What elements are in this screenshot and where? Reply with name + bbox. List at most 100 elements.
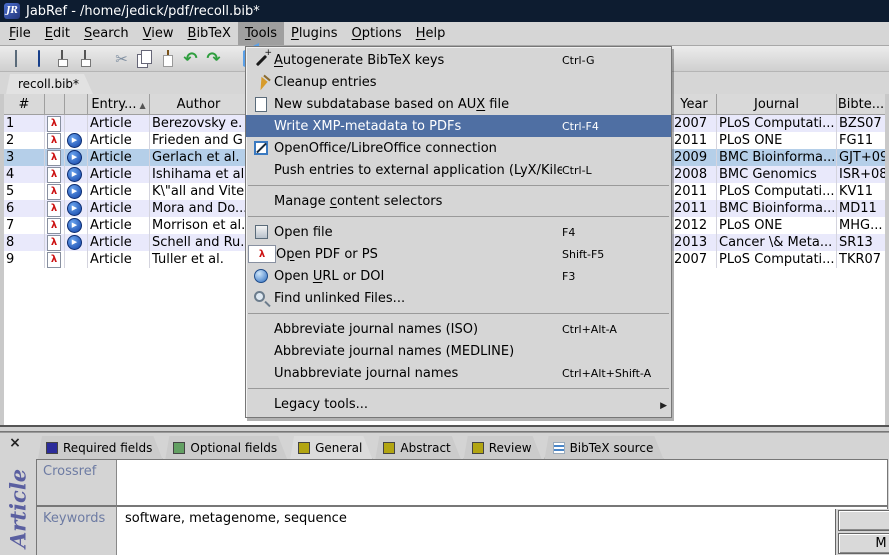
column-header-number[interactable]: # <box>4 94 45 114</box>
entry-editor-tab[interactable]: Required fields <box>38 436 162 459</box>
redo-icon <box>206 49 220 69</box>
window-title: JabRef - /home/jedick/pdf/recoll.bib* <box>26 4 260 19</box>
column-header-year[interactable]: Year <box>672 94 717 114</box>
url-icon[interactable] <box>67 201 82 216</box>
column-header-journal[interactable]: Journal <box>717 94 837 114</box>
pdf-icon[interactable] <box>47 201 61 217</box>
pdf-icon[interactable] <box>47 167 61 183</box>
menu-item[interactable]: OpenOffice/LibreOffice connection <box>246 137 671 159</box>
menu-item[interactable]: Autogenerate BibTeX keys Ctrl-G <box>246 49 671 71</box>
toolbar-button[interactable] <box>50 48 73 70</box>
pdf-icon[interactable] <box>47 150 61 166</box>
field-side-button-m[interactable]: M <box>838 533 889 554</box>
pdf-cell <box>45 234 65 251</box>
url-icon[interactable] <box>67 150 82 165</box>
menu-item-label: Cleanup entries <box>274 75 562 90</box>
menu-item[interactable]: Write XMP-metadata to PDFs Ctrl-F4 <box>246 115 671 137</box>
author-cell: Berezovsky e. <box>150 115 248 132</box>
database-tab-recoll[interactable]: recoll.bib* <box>6 74 93 94</box>
menubar-item[interactable]: View <box>136 22 181 45</box>
entry-editor-tab[interactable]: Optional fields <box>165 436 287 459</box>
menubar-item[interactable]: Edit <box>38 22 77 45</box>
toolbar-button[interactable] <box>202 48 225 70</box>
entry-editor-tab-label: BibTeX source <box>570 441 654 455</box>
menu-item[interactable]: Abbreviate journal names (MEDLINE) <box>246 340 671 362</box>
url-icon[interactable] <box>67 235 82 250</box>
menu-item[interactable]: New subdatabase based on AUX file <box>246 93 671 115</box>
globe-icon <box>248 268 274 284</box>
menu-item[interactable] <box>248 313 669 314</box>
menu-item[interactable]: Abbreviate journal names (ISO) Ctrl+Alt-… <box>246 318 671 340</box>
menu-item[interactable]: Open PDF or PS Shift-F5 <box>246 243 671 265</box>
author-cell: Frieden and G <box>150 132 248 149</box>
url-cell <box>65 217 88 234</box>
toolbar-button[interactable] <box>27 48 50 70</box>
pdf-icon[interactable] <box>47 252 61 268</box>
pdf-icon[interactable] <box>47 116 61 132</box>
toolbar-button[interactable] <box>156 48 179 70</box>
menu-item[interactable]: Legacy tools... <box>246 393 671 415</box>
broom-icon <box>248 74 274 90</box>
column-header-author[interactable]: Author <box>150 94 248 114</box>
column-header-entrytype[interactable]: Entry... <box>88 94 150 114</box>
toolbar-button[interactable] <box>110 48 133 70</box>
year-cell: 2009 <box>672 149 717 166</box>
menu-item[interactable]: Push entries to external application (Ly… <box>246 159 671 181</box>
bibtexkey-cell: BZS07 <box>837 115 885 132</box>
menubar-item-label: Edit <box>45 26 70 41</box>
menu-item[interactable]: Find unlinked Files... <box>246 287 671 309</box>
menu-item[interactable] <box>248 216 669 217</box>
column-header-bibtexkey[interactable]: Bibte... <box>837 94 885 114</box>
toolbar-button[interactable] <box>73 48 96 70</box>
menu-item[interactable]: Manage content selectors <box>246 190 671 212</box>
menu-item[interactable] <box>248 388 669 389</box>
menubar-item[interactable]: Options <box>345 22 409 45</box>
pdf-icon[interactable] <box>47 133 61 149</box>
wand-icon <box>248 52 274 68</box>
menubar-item[interactable]: File <box>2 22 38 45</box>
jabref-logo-icon: JR <box>4 3 20 19</box>
year-cell: 2012 <box>672 217 717 234</box>
toolbar-button[interactable] <box>133 48 156 70</box>
entry-editor-tab[interactable]: Review <box>464 436 542 459</box>
bibtexkey-cell: MHG... <box>837 217 885 234</box>
entry-editor-tab[interactable]: General <box>290 436 372 459</box>
menu-item[interactable]: Cleanup entries <box>246 71 671 93</box>
url-icon[interactable] <box>67 218 82 233</box>
menu-item[interactable] <box>248 185 669 186</box>
menu-item[interactable]: Open file F4 <box>246 221 671 243</box>
entrytype-cell: Article <box>88 166 150 183</box>
menubar-item-label: File <box>9 26 31 41</box>
entry-editor-tab[interactable]: Abstract <box>375 436 460 459</box>
field-side-button[interactable] <box>838 510 889 531</box>
crossref-label: Crossref <box>37 460 117 505</box>
column-header-url[interactable] <box>65 94 88 114</box>
url-icon[interactable] <box>67 133 82 148</box>
journal-cell: PLoS Computati... <box>717 251 837 268</box>
pdf-icon[interactable] <box>47 218 61 234</box>
url-icon[interactable] <box>67 167 82 182</box>
menubar-item[interactable]: BibTeX <box>181 22 238 45</box>
menubar-item-label: BibTeX <box>188 26 231 41</box>
column-header-pdf[interactable] <box>45 94 65 114</box>
pdf-cell <box>45 200 65 217</box>
toolbar-button[interactable] <box>179 48 202 70</box>
horizontal-splitter[interactable] <box>0 425 889 432</box>
keywords-field[interactable]: software, metagenome, sequence <box>117 505 887 555</box>
menubar-item[interactable]: Plugins <box>284 22 345 45</box>
menu-item-icon <box>248 343 274 359</box>
url-icon[interactable] <box>67 184 82 199</box>
close-entry-editor-button[interactable] <box>7 435 23 451</box>
menu-item[interactable]: Unabbreviate journal names Ctrl+Alt+Shif… <box>246 362 671 384</box>
crossref-field[interactable] <box>117 460 887 505</box>
menubar-item[interactable]: Search <box>77 22 136 45</box>
menu-item[interactable]: Open URL or DOI F3 <box>246 265 671 287</box>
pdf-icon[interactable] <box>47 184 61 200</box>
menu-item-label: Autogenerate BibTeX keys <box>274 53 562 68</box>
journal-cell: BMC Genomics <box>717 166 837 183</box>
pdf-icon[interactable] <box>47 235 61 251</box>
menubar-item[interactable]: Tools <box>238 22 284 45</box>
toolbar-button[interactable] <box>4 48 27 70</box>
entry-editor-tab[interactable]: BibTeX source <box>545 436 664 459</box>
menubar-item[interactable]: Help <box>409 22 453 45</box>
